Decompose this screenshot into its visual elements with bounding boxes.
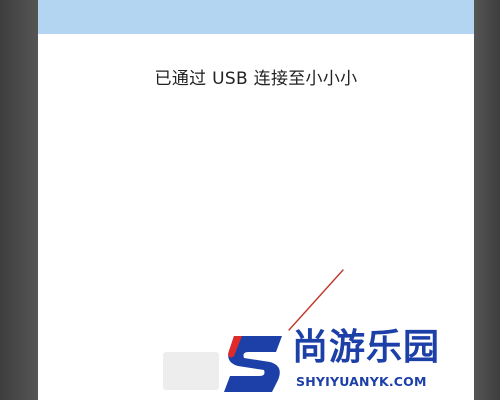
- watermark-s-logo-icon: [224, 336, 282, 392]
- watermark-url: SHYIYUANYK.COM: [296, 374, 427, 389]
- site-watermark: 尚游乐园 SHYIYUANYK.COM: [220, 326, 490, 398]
- watermark-title: 尚游乐园: [292, 327, 441, 368]
- phone-screen: 已通过 USB 连接至小小小 尚游乐园 SHYIYUANYK.COM: [0, 0, 500, 400]
